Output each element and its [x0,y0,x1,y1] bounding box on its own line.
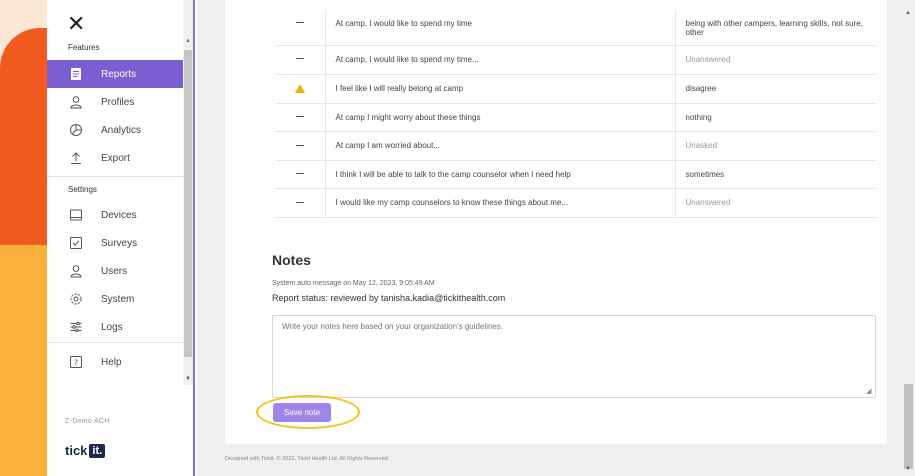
sidebar-item-label: Devices [101,209,137,221]
document-icon [69,67,83,81]
user-icon [69,95,83,109]
table-row: At camp I might worry about these things… [275,103,876,133]
answer-cell: Unasked [675,131,876,161]
sidebar-item-label: Analytics [101,124,142,136]
sidebar-item-profiles[interactable]: Profiles [47,88,183,116]
sidebar-item-label: Help [101,356,122,368]
scroll-up-arrow-icon[interactable]: ▲ [905,10,911,16]
status-cell [275,131,325,161]
answer-cell: Unanswered [675,188,876,218]
svg-text:?: ? [74,358,78,367]
tickit-logo: tick it. [65,443,106,458]
table-row: At camp, I would like to spend my time..… [275,45,876,75]
user-icon [69,264,83,278]
status-cell [275,188,325,218]
organization-name: Z-Demo ACH [65,418,110,425]
checkbox-icon [69,236,83,250]
dash-icon [295,144,304,146]
sidebar-item-label: Profiles [101,96,135,108]
notes-title: Notes [272,252,311,268]
gear-icon [69,292,83,306]
question-cell: I feel like I will really belong at camp [324,74,676,104]
table-row: I would like my camp counselors to know … [275,188,876,218]
scroll-down-arrow-icon[interactable]: ▼ [905,466,911,472]
table-row: At camp, I would like to spend my time be… [275,10,876,46]
system-message: System auto message on May 12, 2023, 9:0… [272,280,435,287]
status-cell [275,10,325,46]
sidebar-divider [47,342,183,343]
question-cell: At camp I might worry about these things [324,103,676,133]
sidebar-item-label: Reports [101,68,137,80]
upload-icon [69,151,83,165]
question-cell: At camp I am worried about... [324,131,676,161]
status-cell [275,74,325,104]
dash-icon [295,201,304,203]
sidebar-item-help[interactable]: ? Help [47,348,183,376]
scroll-down-arrow-icon[interactable]: ▼ [185,376,191,382]
sidebar-item-system[interactable]: System [47,285,183,313]
table-row: I feel like I will really belong at camp… [275,74,876,104]
question-cell: At camp, I would like to spend my time [324,10,676,46]
sidebar-scrollbar-thumb[interactable] [184,50,192,357]
features-section-label: Features [68,43,100,52]
logo-box: it. [89,443,106,458]
sidebar-item-analytics[interactable]: Analytics [47,116,183,144]
question-cell: I would like my camp counselors to know … [324,188,676,218]
question-icon: ? [69,355,83,369]
logo-text: tick [65,443,88,458]
answer-cell: being with other campers, learning skill… [675,10,876,46]
sidebar-divider [47,176,183,177]
answer-cell: disagree [675,74,876,104]
responses-table: At camp, I would like to spend my time be… [275,10,876,218]
question-cell: At camp, I would like to spend my time..… [324,45,676,75]
sidebar: ✕ Features Reports Profiles Analytics Ex [47,0,195,476]
close-icon[interactable]: ✕ [67,14,85,36]
sidebar-item-surveys[interactable]: Surveys [47,229,183,257]
question-cell: I think I will be able to talk to the ca… [324,160,676,190]
answer-cell: sometimes [675,160,876,190]
sidebar-item-label: Surveys [101,237,138,249]
resize-handle-icon[interactable]: ◢ [866,388,874,396]
scroll-up-arrow-icon[interactable]: ▲ [185,38,191,44]
sidebar-item-label: Export [101,152,130,164]
sidebar-item-label: Users [101,265,128,277]
answer-cell: nothing [675,103,876,133]
status-cell [275,160,325,190]
table-row: At camp I am worried about... Unasked [275,131,876,161]
notes-textarea[interactable] [272,315,876,398]
sidebar-item-devices[interactable]: Devices [47,201,183,229]
tablet-icon [69,208,83,222]
status-cell [275,45,325,75]
dash-icon [295,22,304,24]
main-scrollbar[interactable]: ▲ ▼ [902,0,915,476]
answer-cell: Unanswered [675,45,876,75]
sidebar-item-export[interactable]: Export [47,144,183,172]
footer-copyright: Designed with Tickit. © 2023, Tickit Hea… [225,456,390,462]
main-scrollbar-thumb[interactable] [904,384,913,469]
sidebar-item-label: System [101,293,135,305]
report-status: Report status: reviewed by tanisha.kadia… [272,293,506,303]
table-row: I think I will be able to talk to the ca… [275,160,876,190]
sidebar-scrollbar[interactable]: ▲ ▼ [183,0,193,385]
settings-section-label: Settings [68,185,97,194]
dash-icon [295,115,304,117]
sidebar-item-logs[interactable]: Logs [47,313,183,341]
dash-icon [295,58,304,60]
save-note-button[interactable]: Save note [273,403,331,422]
dash-icon [295,173,304,175]
sidebar-item-users[interactable]: Users [47,257,183,285]
main-content: At camp, I would like to spend my time be… [197,0,915,476]
warning-icon [294,83,305,93]
analytics-icon [69,123,83,137]
status-cell [275,103,325,133]
app-window: ✕ Features Reports Profiles Analytics Ex [47,0,915,476]
report-card: At camp, I would like to spend my time be… [225,0,887,444]
sliders-icon [69,320,83,334]
sidebar-item-reports[interactable]: Reports [47,60,183,88]
sidebar-item-label: Logs [101,321,123,333]
